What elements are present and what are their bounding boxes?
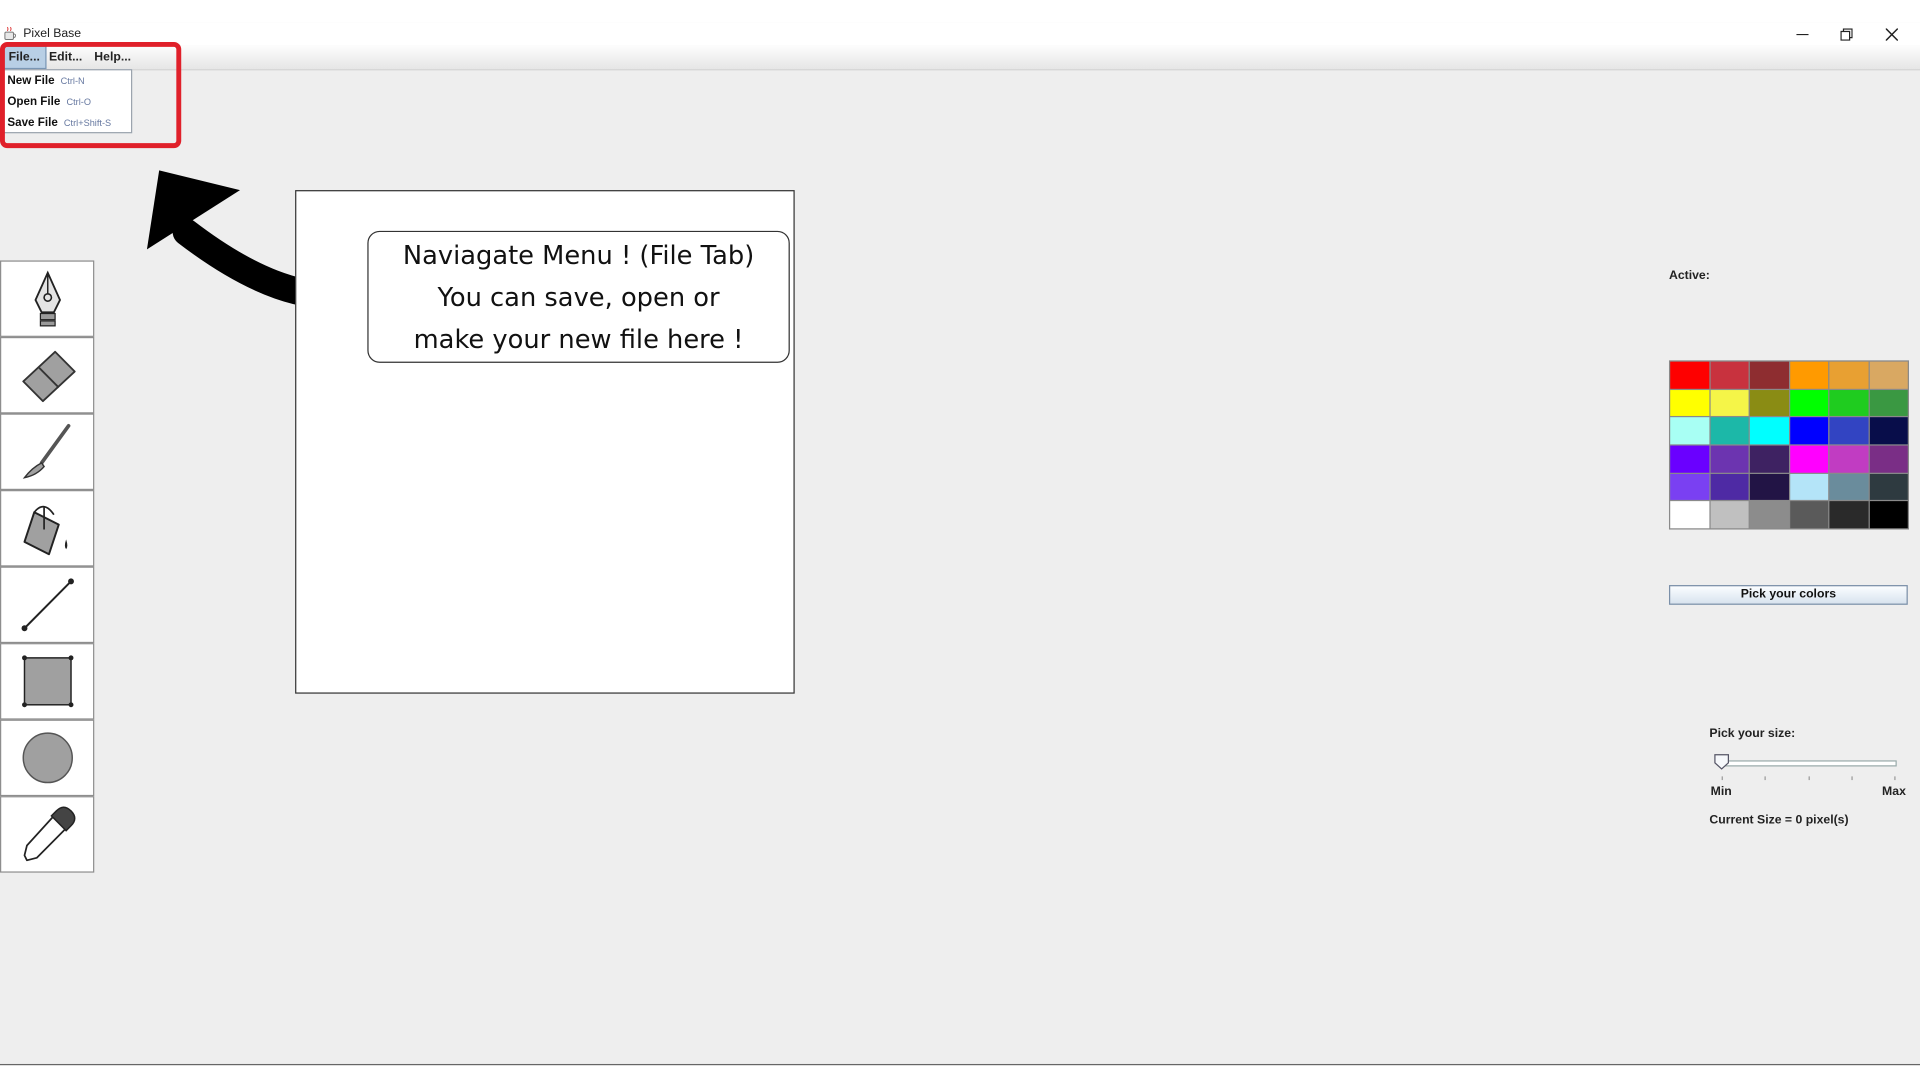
pick-colors-button[interactable]: Pick your colors (1668, 585, 1908, 605)
close-icon (1885, 27, 1898, 41)
color-swatch[interactable] (1670, 501, 1709, 529)
minimize-button[interactable] (1780, 22, 1824, 45)
color-swatch[interactable] (1869, 417, 1908, 445)
slider-tick (1851, 776, 1853, 781)
callout-line-3: make your new file here ! (413, 324, 744, 354)
eraser-icon (21, 350, 76, 403)
current-size-readout: Current Size = 0 pixel(s) (1709, 813, 1849, 827)
color-swatch[interactable] (1670, 389, 1709, 417)
callout-line-1: Naviagate Menu ! (File Tab) (402, 240, 755, 270)
slider-min-label: Min (1710, 785, 1732, 799)
size-label: Pick your size: (1709, 727, 1796, 741)
tool-eraser[interactable] (0, 336, 95, 414)
restore-button[interactable] (1825, 22, 1869, 45)
color-swatch[interactable] (1749, 389, 1789, 417)
color-swatch[interactable] (1869, 501, 1908, 529)
color-swatch[interactable] (1829, 417, 1868, 445)
slider-tick (1808, 776, 1810, 781)
restore-icon (1840, 27, 1853, 41)
color-swatch[interactable] (1670, 361, 1709, 389)
pen-nib-icon (33, 270, 61, 327)
color-swatch[interactable] (1749, 473, 1789, 501)
color-swatch[interactable] (1670, 473, 1709, 501)
circle-icon (21, 732, 73, 784)
color-swatch[interactable] (1789, 501, 1829, 529)
slider-tick (1764, 776, 1766, 781)
color-swatch[interactable] (1710, 473, 1749, 501)
slider-max-label: Max (1882, 785, 1906, 799)
callout-line-2: You can save, open or (437, 282, 720, 312)
minimize-icon (1796, 33, 1809, 35)
java-cup-icon (4, 26, 16, 40)
color-swatch[interactable] (1789, 417, 1829, 445)
color-swatch[interactable] (1789, 361, 1829, 389)
tool-eyedropper[interactable] (0, 796, 95, 873)
color-swatch[interactable] (1749, 445, 1789, 473)
color-swatch[interactable] (1710, 501, 1749, 529)
title-bar: Pixel Base (0, 22, 1920, 46)
color-swatch[interactable] (1789, 445, 1829, 473)
tool-fill-bucket[interactable] (0, 490, 95, 567)
tool-pen[interactable] (0, 260, 95, 337)
color-swatch[interactable] (1749, 501, 1789, 529)
tool-rectangle[interactable] (0, 643, 95, 720)
menu-bar: File... Edit... Help... (0, 45, 1920, 71)
color-swatch[interactable] (1789, 473, 1829, 501)
line-icon (20, 578, 74, 632)
slider-tick (1721, 776, 1723, 781)
color-palette (1668, 360, 1909, 530)
color-swatch[interactable] (1710, 445, 1749, 473)
color-swatch[interactable] (1829, 361, 1868, 389)
rectangle-icon (21, 655, 73, 708)
color-swatch[interactable] (1869, 445, 1908, 473)
size-slider-track[interactable] (1717, 760, 1897, 767)
close-button[interactable] (1870, 22, 1914, 45)
color-swatch[interactable] (1710, 417, 1749, 445)
color-swatch[interactable] (1869, 473, 1908, 501)
app-window: Pixel Base File... Edit... Help... New F… (0, 22, 1920, 1066)
callout-annotation: Naviagate Menu ! (File Tab) You can save… (367, 230, 790, 363)
menu-highlight-box (0, 41, 182, 149)
slider-tick (1894, 776, 1896, 781)
eyedropper-icon (23, 806, 75, 862)
color-swatch[interactable] (1749, 361, 1789, 389)
color-swatch[interactable] (1829, 501, 1868, 529)
color-swatch[interactable] (1829, 473, 1868, 501)
color-swatch[interactable] (1749, 417, 1789, 445)
tool-circle[interactable] (0, 719, 95, 797)
color-swatch[interactable] (1710, 361, 1749, 389)
active-color-label: Active: (1668, 269, 1710, 283)
window-bottom-edge (0, 1063, 1920, 1066)
window-title: Pixel Base (23, 27, 82, 41)
size-slider-thumb[interactable] (1713, 753, 1730, 770)
color-swatch[interactable] (1670, 417, 1709, 445)
color-swatch[interactable] (1710, 389, 1749, 417)
color-swatch[interactable] (1869, 361, 1908, 389)
color-swatch[interactable] (1789, 389, 1829, 417)
color-swatch[interactable] (1829, 445, 1868, 473)
color-swatch[interactable] (1670, 445, 1709, 473)
tool-brush[interactable] (0, 413, 95, 491)
color-swatch[interactable] (1869, 389, 1908, 417)
color-swatch[interactable] (1829, 389, 1868, 417)
paint-bucket-icon (22, 505, 67, 556)
tool-line[interactable] (0, 566, 95, 644)
brush-icon (22, 423, 70, 479)
